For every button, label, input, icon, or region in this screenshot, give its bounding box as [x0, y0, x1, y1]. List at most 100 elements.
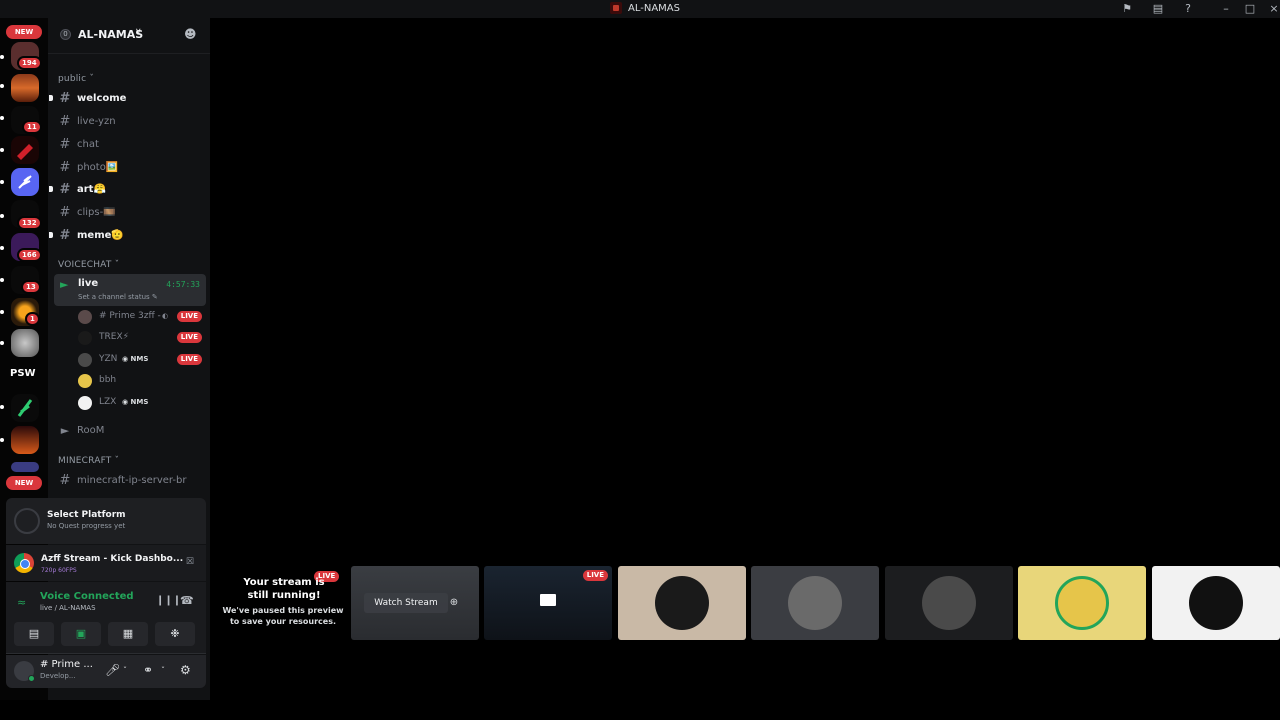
activity-title: Azff Stream - Kick Dashbo...: [41, 554, 184, 564]
channel-label: welcome: [77, 92, 127, 104]
voice-user-name: bbh: [99, 375, 117, 385]
server-icon-selected[interactable]: [11, 168, 39, 196]
server-icon[interactable]: [11, 74, 39, 102]
headphones-icon[interactable]: ⚭: [143, 663, 153, 677]
user-name[interactable]: # Prime ...: [40, 659, 93, 670]
hash-icon: #: [59, 472, 71, 488]
voice-channel-live[interactable]: ► live 4:57:33 Set a channel status ✎: [54, 274, 206, 306]
microphone-icon[interactable]: 🎤︎: [105, 663, 120, 677]
unread-pip: [0, 341, 4, 345]
channel-welcome[interactable]: # welcome: [49, 88, 206, 108]
stream-paused-card: LIVE Your stream is still running! We've…: [222, 566, 344, 640]
inbox-icon[interactable]: ▤: [1150, 1, 1166, 17]
screen-share-button[interactable]: ▣: [61, 622, 101, 646]
activities-button[interactable]: ▦: [108, 622, 148, 646]
window-title: AL-NAMAS: [610, 2, 680, 14]
avatar: [78, 331, 92, 345]
hash-icon: #: [59, 136, 71, 152]
mention-badge: 166: [17, 248, 42, 262]
pencil-icon: ✎: [151, 293, 158, 301]
new-badge[interactable]: NEW: [6, 25, 42, 39]
server-icon[interactable]: [11, 394, 39, 422]
channel-art[interactable]: # art😤: [49, 179, 206, 199]
chevron-down-icon[interactable]: ∨: [135, 27, 142, 37]
settings-gear-icon[interactable]: ⚙: [180, 663, 191, 677]
channel-label: RooM: [77, 424, 105, 436]
participant-tile-speaking[interactable]: [1018, 566, 1146, 640]
mention-badge: 11: [22, 120, 42, 134]
voice-user[interactable]: YZN ◉ NMS LIVE: [78, 350, 202, 370]
voice-status-title[interactable]: Voice Connected: [40, 591, 134, 602]
activity-panel[interactable]: Azff Stream - Kick Dashbo... 720p 60FPS …: [6, 545, 206, 581]
voice-user[interactable]: # Prime 3zff - ◐ LIVE: [78, 307, 202, 327]
help-icon[interactable]: ?: [1180, 1, 1196, 17]
avatar: [78, 353, 92, 367]
server-icon[interactable]: [11, 136, 39, 164]
stream-tile[interactable]: Watch Stream ⊕: [351, 566, 479, 640]
hash-icon: #: [59, 227, 71, 243]
voice-user[interactable]: bbh: [78, 371, 202, 391]
participant-tile[interactable]: [1152, 566, 1280, 640]
camera-off-button[interactable]: ▤: [14, 622, 54, 646]
channel-label: chat: [77, 138, 99, 150]
category-public[interactable]: public ˇ: [58, 74, 94, 84]
channel-chat[interactable]: # chat: [56, 134, 206, 154]
channel-live-yzn[interactable]: # live-yzn: [56, 111, 206, 131]
server-icon[interactable]: [11, 426, 39, 454]
unread-pip: [0, 148, 4, 152]
server-text-icon[interactable]: PSW: [10, 368, 36, 379]
window-title-text: AL-NAMAS: [628, 2, 680, 14]
channel-clips[interactable]: # clips-🎞️: [56, 202, 206, 222]
server-icon[interactable]: [11, 462, 39, 472]
channel-status-prompt[interactable]: Set a channel status ✎: [78, 293, 158, 301]
guild-name[interactable]: AL-NAMAS: [78, 28, 143, 41]
noise-suppression-icon[interactable]: ❙❙❙: [156, 595, 181, 606]
chevron-down-icon[interactable]: ˇ: [161, 666, 165, 675]
server-icon[interactable]: [11, 329, 39, 357]
participant-tile[interactable]: [885, 566, 1013, 640]
screen-share-icon: ▣: [75, 627, 87, 640]
participant-tile[interactable]: [751, 566, 879, 640]
channel-meme[interactable]: # meme🫡: [49, 225, 206, 245]
maximize-icon[interactable]: □: [1242, 1, 1258, 17]
title-bar: AL-NAMAS ⚑ ▤ ? – □ ×: [0, 0, 1280, 18]
disconnect-icon[interactable]: ☎: [180, 594, 194, 607]
popout-icon[interactable]: ⊕: [445, 594, 463, 612]
chevron-down-icon: ˇ: [114, 456, 120, 466]
channel-photo[interactable]: # photo🖼️: [56, 157, 206, 177]
voice-user[interactable]: TREX⚡ LIVE: [78, 328, 202, 348]
stop-stream-icon[interactable]: ☒: [186, 557, 194, 567]
quest-panel[interactable]: Select Platform No Quest progress yet: [6, 498, 206, 544]
avatar: [78, 310, 92, 324]
voice-user[interactable]: LZX ◉ NMS: [78, 393, 202, 413]
guild-header[interactable]: 0 AL-NAMAS ∨ ☻: [48, 18, 210, 54]
guild-tag-label: NMS: [130, 355, 149, 363]
quest-progress-ring: [14, 508, 40, 534]
stream-paused-title: Your stream is still running!: [243, 577, 325, 601]
participant-tile[interactable]: [618, 566, 746, 640]
soundboard-button[interactable]: ❉: [155, 622, 195, 646]
invite-user-icon[interactable]: ☻: [184, 27, 197, 41]
voice-timer: 4:57:33: [166, 280, 200, 289]
chevron-down-icon[interactable]: ˇ: [123, 666, 127, 675]
minimize-icon[interactable]: –: [1218, 1, 1234, 17]
hash-icon: #: [59, 113, 71, 129]
signal-icon[interactable]: ≈: [17, 596, 26, 609]
avatar: [1055, 576, 1109, 630]
channel-minecraft-ip[interactable]: # minecraft-ip-server-br: [56, 470, 206, 490]
watch-stream-button[interactable]: Watch Stream: [364, 593, 448, 613]
category-minecraft[interactable]: MINECRAFT ˇ: [58, 456, 119, 466]
mention-badge: 194: [17, 56, 42, 70]
live-badge: LIVE: [176, 354, 202, 365]
close-icon[interactable]: ×: [1266, 1, 1280, 17]
voice-channel-label: live: [78, 278, 99, 289]
new-badge[interactable]: NEW: [6, 476, 42, 490]
category-voicechat[interactable]: VOICECHAT ˇ: [58, 260, 119, 270]
stream-tile[interactable]: LIVE: [484, 566, 612, 640]
app-logo-icon: [610, 2, 622, 14]
voice-panel: ≈ Voice Connected live / AL-NAMAS ❙❙❙ ☎ …: [6, 582, 206, 654]
voice-channel-room[interactable]: ► RooM: [56, 420, 206, 440]
voice-status-subtitle[interactable]: live / AL-NAMAS: [40, 604, 96, 612]
quest-subtitle: No Quest progress yet: [47, 522, 126, 530]
flag-icon[interactable]: ⚑: [1119, 1, 1135, 17]
